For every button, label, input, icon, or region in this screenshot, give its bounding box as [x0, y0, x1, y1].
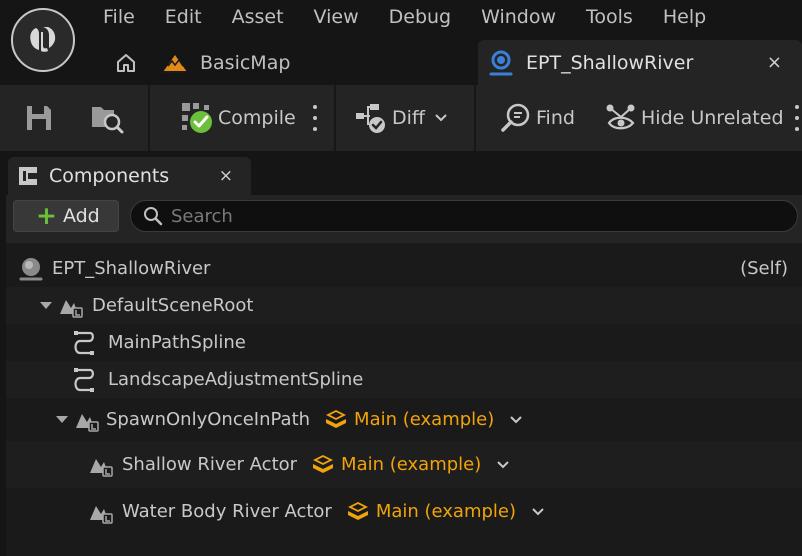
browse-folder-icon: [92, 107, 124, 134]
scene-component-icon: [90, 458, 113, 477]
hide-unrelated-icon: [606, 104, 635, 130]
more-options-icon[interactable]: [794, 105, 800, 131]
menu-view[interactable]: View: [299, 0, 374, 34]
find-button[interactable]: Find: [500, 85, 575, 151]
diff-icon: [356, 104, 385, 133]
tree-row-shallowriveractor[interactable]: Shallow River Actor Main (example): [6, 441, 802, 488]
root-label: EPT_ShallowRiver: [52, 258, 211, 279]
unreal-logo-icon: [30, 27, 56, 52]
hide-unrelated-label: Hide Unrelated: [641, 107, 784, 129]
toolbar-separator: [148, 85, 150, 151]
actor-icon: [19, 257, 43, 280]
toolbar-separator: [334, 85, 336, 151]
tree-row-waterbodyriveractor[interactable]: Water Body River Actor Main (example): [6, 488, 802, 535]
home-icon: [117, 53, 135, 72]
scene-component-icon: [76, 413, 99, 432]
plus-icon: +: [36, 201, 57, 230]
chevron-down-icon: [435, 114, 447, 122]
save-icon: [27, 106, 51, 130]
menu-asset[interactable]: Asset: [217, 0, 299, 34]
scene-component-icon: [60, 299, 83, 318]
expand-arrow-icon[interactable]: [56, 416, 68, 423]
search-icon: [144, 207, 163, 226]
menu-bar: File Edit Asset View Debug Window Tools …: [88, 0, 721, 34]
toolbar: Compile Diff Find Hide Unrelated: [0, 85, 802, 151]
expand-arrow-icon[interactable]: [40, 302, 52, 309]
find-icon: [501, 103, 530, 132]
tree-row-defaultsceneroot[interactable]: DefaultSceneRoot: [6, 287, 802, 324]
close-tab-icon[interactable]: ×: [767, 52, 782, 73]
variation-icon: [347, 501, 368, 520]
tree-row-mainpathspline[interactable]: MainPathSpline: [6, 324, 802, 361]
scene-component-icon: [90, 505, 113, 524]
node-label: SpawnOnlyOnceInPath: [106, 409, 311, 430]
compile-button[interactable]: Compile: [180, 85, 296, 151]
variation-label[interactable]: Main (example): [341, 454, 481, 475]
spline-icon: [74, 330, 94, 355]
self-tag: (Self): [740, 258, 788, 279]
node-label: MainPathSpline: [108, 332, 246, 353]
browse-button[interactable]: [90, 85, 124, 151]
compile-icon: [182, 103, 212, 133]
menu-file[interactable]: File: [88, 0, 150, 34]
tree-row-landscapeadjustmentspline[interactable]: LandscapeAdjustmentSpline: [6, 361, 802, 398]
menu-tools[interactable]: Tools: [571, 0, 648, 34]
unreal-logo[interactable]: [11, 8, 75, 72]
blueprint-icon: [489, 50, 513, 75]
variation-icon: [326, 409, 347, 428]
level-icon: [163, 54, 187, 73]
hide-unrelated-button[interactable]: Hide Unrelated: [605, 85, 784, 151]
tab-home[interactable]: [108, 40, 144, 85]
tab-ept-shallowriver[interactable]: EPT_ShallowRiver ×: [478, 40, 802, 85]
menu-debug[interactable]: Debug: [374, 0, 466, 34]
find-label: Find: [536, 107, 575, 129]
tab-basicmap[interactable]: BasicMap: [160, 40, 290, 85]
add-label: Add: [62, 205, 100, 227]
variation-icon: [313, 454, 334, 473]
panel-header: + Add: [6, 195, 802, 243]
node-label: DefaultSceneRoot: [92, 295, 254, 316]
tree-row-spawnonlyonceinpath[interactable]: SpawnOnlyOnceInPath Main (example): [6, 398, 802, 441]
chevron-down-icon[interactable]: [530, 506, 546, 518]
node-label: Water Body River Actor: [122, 501, 332, 522]
node-label: LandscapeAdjustmentSpline: [108, 369, 364, 390]
components-tab-label: Components: [49, 165, 170, 187]
menu-help[interactable]: Help: [648, 0, 721, 34]
save-button[interactable]: [24, 85, 54, 151]
menu-edit[interactable]: Edit: [150, 0, 217, 34]
search-input[interactable]: [171, 205, 771, 227]
node-label: Shallow River Actor: [122, 454, 298, 475]
add-component-button[interactable]: + Add: [13, 200, 119, 232]
close-panel-icon[interactable]: ×: [219, 166, 233, 186]
spline-icon: [74, 367, 94, 392]
tab-ept-label: EPT_ShallowRiver: [526, 51, 694, 74]
panel-tab-strip: Components ×: [0, 151, 802, 195]
diff-button[interactable]: Diff: [354, 85, 449, 151]
tree-row-root[interactable]: EPT_ShallowRiver (Self): [6, 250, 802, 287]
chevron-down-icon[interactable]: [495, 459, 511, 471]
components-panel: + Add EPT_ShallowRiver (Self) DefaultSce…: [6, 195, 802, 556]
compile-label: Compile: [218, 107, 296, 129]
variation-label[interactable]: Main (example): [354, 409, 494, 430]
components-icon: [19, 167, 37, 185]
title-bar: File Edit Asset View Debug Window Tools …: [0, 0, 802, 85]
toolbar-separator: [474, 85, 476, 151]
variation-label[interactable]: Main (example): [376, 501, 516, 522]
menu-window[interactable]: Window: [466, 0, 571, 34]
compile-options-icon[interactable]: [312, 105, 318, 131]
tab-basicmap-label: BasicMap: [200, 51, 291, 74]
diff-label: Diff: [392, 107, 425, 129]
tab-components[interactable]: Components ×: [8, 157, 251, 195]
search-box[interactable]: [130, 200, 798, 232]
chevron-down-icon[interactable]: [508, 414, 524, 426]
